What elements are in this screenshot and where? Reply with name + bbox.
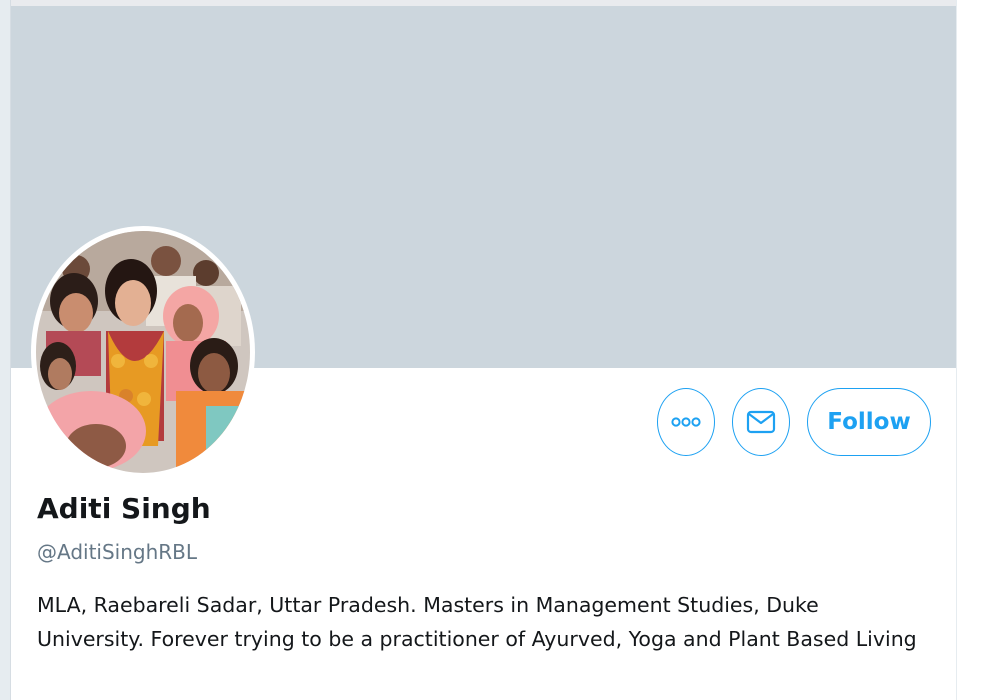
avatar-photo [36, 231, 250, 473]
profile-handle[interactable]: @AditiSinghRBL [37, 540, 197, 564]
profile-actions: Follow [657, 388, 931, 456]
more-horizontal-icon [671, 417, 701, 427]
more-options-button[interactable] [657, 388, 715, 456]
profile-bio: MLA, Raebareli Sadar, Uttar Pradesh. Mas… [37, 593, 917, 651]
envelope-icon [746, 410, 776, 434]
follow-button[interactable]: Follow [807, 388, 931, 456]
profile-card: Follow Aditi Singh @AditiSinghRBL MLA, R… [11, 6, 956, 700]
message-button[interactable] [732, 388, 790, 456]
profile-name: Aditi Singh [37, 492, 211, 525]
left-edge-divider [0, 0, 11, 700]
right-edge-panel [956, 0, 1000, 700]
profile-avatar[interactable] [31, 226, 255, 478]
